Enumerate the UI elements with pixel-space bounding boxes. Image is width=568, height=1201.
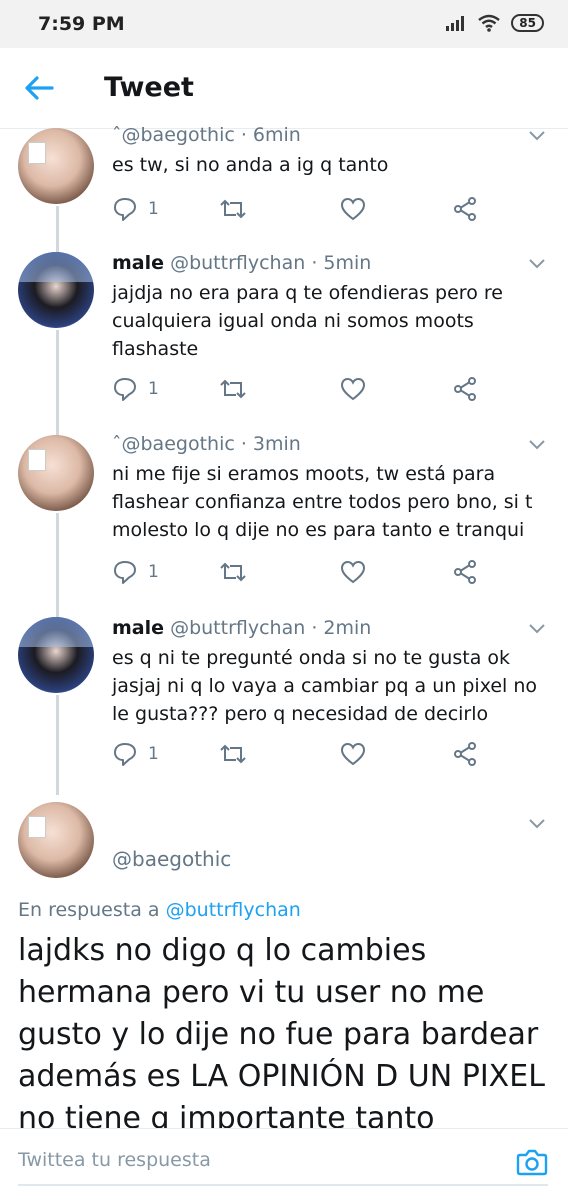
top-app-bar: Tweet xyxy=(0,48,568,129)
heart-icon xyxy=(340,197,366,221)
retweet-button[interactable] xyxy=(218,557,248,587)
avatar[interactable] xyxy=(18,802,94,878)
tweet-actions: 1 xyxy=(112,557,532,587)
signal-icon xyxy=(446,16,465,31)
chevron-down-icon[interactable] xyxy=(528,258,546,270)
chevron-down-icon[interactable] xyxy=(528,623,546,635)
tweet-text: lajdks no digo q lo cambies hermana pero… xyxy=(18,933,545,1136)
reply-button[interactable]: 1 xyxy=(112,557,159,587)
tweet-text: jajdja no era para q te ofendieras pero … xyxy=(112,282,503,360)
reply-count: 1 xyxy=(148,562,159,582)
reply-icon xyxy=(114,198,136,221)
reply-count: 1 xyxy=(148,744,159,764)
thread-tweet[interactable]: ˆ@baegothic · 3min ni me fije si eramos … xyxy=(0,433,568,595)
user-handle[interactable]: @buttrflychan xyxy=(170,252,305,274)
page-title: Tweet xyxy=(104,72,194,103)
share-button[interactable] xyxy=(452,194,478,224)
tweet-text: ni me fije si eramos moots, tw está para… xyxy=(112,463,533,541)
share-icon xyxy=(454,742,476,766)
share-button[interactable] xyxy=(452,557,478,587)
tweet-text: es tw, si no anda a ig q tanto xyxy=(112,154,389,176)
tweet-time: · 6min xyxy=(240,124,301,146)
reply-count: 1 xyxy=(148,379,159,399)
tweet-meta: ˆ@baegothic · 3min xyxy=(112,433,301,455)
avatar[interactable] xyxy=(18,252,94,328)
reply-icon xyxy=(114,743,136,766)
reply-button[interactable]: 1 xyxy=(112,374,159,404)
avatar[interactable] xyxy=(18,617,94,693)
heart-icon xyxy=(340,377,366,401)
reply-button[interactable]: 1 xyxy=(112,194,159,224)
share-icon xyxy=(454,377,476,401)
like-button[interactable] xyxy=(340,194,366,224)
like-button[interactable] xyxy=(340,374,366,404)
reply-prefix: En respuesta a xyxy=(18,899,160,921)
retweet-button[interactable] xyxy=(218,374,248,404)
tweet-actions: 1 xyxy=(112,374,532,404)
main-tweet: @baegothic En respuesta a @buttrflychan … xyxy=(0,800,568,1136)
retweet-icon xyxy=(220,199,246,219)
like-button[interactable] xyxy=(340,739,366,769)
status-time: 7:59 PM xyxy=(38,13,125,35)
reply-button[interactable]: 1 xyxy=(112,739,159,769)
status-bar: 7:59 PM 85 xyxy=(0,0,568,48)
share-button[interactable] xyxy=(452,374,478,404)
chevron-down-icon[interactable] xyxy=(528,439,546,451)
display-name[interactable]: male xyxy=(112,617,164,639)
reply-compose-bar xyxy=(0,1128,568,1201)
camera-icon[interactable] xyxy=(516,1147,548,1177)
share-icon xyxy=(454,560,476,584)
user-handle[interactable]: ˆ@baegothic xyxy=(112,124,235,146)
avatar[interactable] xyxy=(18,128,94,204)
thread-tweet[interactable]: ˆ@baegothic · 6min es tw, si no anda a i… xyxy=(0,124,568,240)
tweet-actions: 1 xyxy=(112,739,532,769)
retweet-icon xyxy=(220,562,246,582)
retweet-icon xyxy=(220,744,246,764)
heart-icon xyxy=(340,560,366,584)
retweet-button[interactable] xyxy=(218,739,248,769)
tweet-text: es q ni te pregunté onda si no te gusta … xyxy=(112,647,538,725)
tweet-time: · 3min xyxy=(240,433,301,455)
like-button[interactable] xyxy=(340,557,366,587)
reply-count: 1 xyxy=(148,199,159,219)
reply-icon xyxy=(114,378,136,401)
share-icon xyxy=(454,197,476,221)
tweet-time: · 5min xyxy=(311,252,372,274)
status-icons: 85 xyxy=(445,14,544,32)
chevron-down-icon[interactable] xyxy=(528,130,546,142)
user-handle[interactable]: @baegothic xyxy=(112,847,231,871)
reply-input[interactable] xyxy=(18,1143,488,1177)
tweet-meta: male @buttrflychan · 2min xyxy=(112,617,371,639)
tweet-actions: 1 xyxy=(112,194,532,224)
user-handle[interactable]: ˆ@baegothic xyxy=(112,433,235,455)
thread-tweet[interactable]: male @buttrflychan · 5min jajdja no era … xyxy=(0,252,568,412)
reply-to-link[interactable]: @buttrflychan xyxy=(166,899,301,921)
heart-icon xyxy=(340,742,366,766)
tweet-meta: male @buttrflychan · 5min xyxy=(112,252,371,274)
retweet-button[interactable] xyxy=(218,194,248,224)
share-button[interactable] xyxy=(452,739,478,769)
display-name[interactable]: male xyxy=(112,252,164,274)
wifi-icon xyxy=(478,14,501,32)
input-underline xyxy=(18,1184,548,1186)
thread-tweet[interactable]: male @buttrflychan · 2min es q ni te pre… xyxy=(0,617,568,777)
tweet-meta: ˆ@baegothic · 6min xyxy=(112,124,301,146)
chevron-down-icon[interactable] xyxy=(528,818,546,830)
tweet-time: · 2min xyxy=(311,617,372,639)
avatar[interactable] xyxy=(18,435,94,511)
battery-indicator: 85 xyxy=(511,14,544,32)
retweet-icon xyxy=(220,379,246,399)
back-arrow-icon[interactable] xyxy=(22,72,58,104)
reply-icon xyxy=(114,561,136,584)
user-handle[interactable]: @buttrflychan xyxy=(170,617,305,639)
reply-context: En respuesta a @buttrflychan xyxy=(18,899,301,921)
